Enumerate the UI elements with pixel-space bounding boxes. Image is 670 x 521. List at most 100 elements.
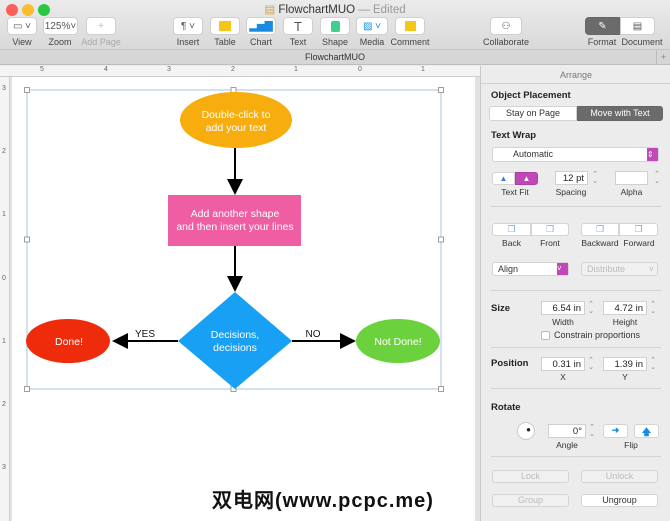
collaborate-icon: ⚇	[501, 20, 511, 32]
backward-icon: ❐	[595, 224, 605, 234]
image-icon: ▨ ˅	[362, 20, 382, 32]
height-label: Height	[612, 317, 638, 327]
alpha-label: Alpha	[620, 187, 643, 197]
zoom-value: 125%	[44, 20, 71, 32]
document-label: Document	[621, 37, 663, 47]
document-tab[interactable]: FlowchartMUO	[305, 52, 365, 62]
add-page-label: Add Page	[81, 37, 121, 47]
forward-label: Forward	[623, 238, 655, 248]
rotate-wheel[interactable]: ●	[517, 422, 535, 440]
table-icon	[219, 21, 231, 31]
insert-button[interactable]: ¶ ˅	[173, 17, 203, 35]
divider	[491, 388, 661, 389]
flowchart[interactable]: Double-click to add your text Add another…	[0, 66, 480, 521]
wrap-icon: ▲	[522, 174, 531, 183]
width-field[interactable]: 6.54 in	[541, 301, 585, 315]
format-button[interactable]: ✎	[585, 17, 620, 35]
move-with-text-button[interactable]: Move with Text	[577, 106, 663, 121]
position-heading: Position	[491, 358, 529, 369]
front-label: Front	[540, 238, 560, 248]
start-text: Double-click to add your text	[202, 109, 271, 134]
x-field[interactable]: 0.31 in	[541, 357, 585, 371]
format-sidebar: Arrange Object Placement Stay on Page Mo…	[480, 66, 670, 521]
text-button[interactable]: T	[283, 17, 313, 35]
back-icon: ❐	[507, 224, 516, 234]
angle-field[interactable]: 0°	[548, 424, 586, 438]
text-wrap-select[interactable]: Automatic ⇕	[492, 147, 659, 162]
wrap-icon: ▲	[499, 174, 508, 183]
chevron-down-icon: ˅	[648, 264, 654, 274]
arrow-up-icon: 🡅	[641, 427, 652, 437]
document-button[interactable]: ▤	[620, 17, 655, 35]
y-label: Y	[622, 372, 628, 382]
media-button[interactable]: ▨ ˅	[356, 17, 388, 35]
text-icon: T	[294, 18, 302, 34]
angle-stepper[interactable]: ⌃ ⌄	[588, 424, 596, 438]
x-stepper[interactable]: ⌃ ⌄	[587, 357, 595, 371]
table-button[interactable]	[210, 17, 240, 35]
zoom-select[interactable]: 125% ˅	[43, 17, 78, 35]
text-fit-option-1[interactable]: ▲	[492, 172, 515, 185]
collaborate-label: Collaborate	[482, 37, 530, 47]
width-stepper[interactable]: ⌃ ⌄	[587, 301, 595, 315]
text-fit-option-2[interactable]: ▲	[515, 172, 538, 185]
unlock-button[interactable]: Unlock	[581, 470, 658, 483]
stay-on-page-button[interactable]: Stay on Page	[489, 106, 577, 121]
chart-button[interactable]: ▂▅▇	[246, 17, 276, 35]
shape-icon	[330, 20, 340, 32]
tab-arrange[interactable]: Arrange	[481, 66, 670, 84]
align-select[interactable]: Align ˅	[492, 262, 569, 276]
back-button[interactable]: ❐	[492, 223, 531, 236]
no-label: NO	[306, 329, 321, 340]
alpha-field[interactable]	[615, 171, 648, 185]
add-page-button[interactable]: +	[86, 17, 116, 35]
plus-icon: +	[98, 20, 104, 32]
document-icon: ▤	[264, 4, 279, 16]
constrain-proportions-checkbox[interactable]	[541, 331, 550, 340]
divider	[491, 347, 661, 348]
document-canvas[interactable]: 5 4 3 2 1 0 1 3 2 1 0 1 2 3 Double-click…	[0, 66, 480, 521]
height-field[interactable]: 4.72 in	[603, 301, 647, 315]
alpha-stepper[interactable]: ⌃ ⌄	[653, 171, 661, 185]
lock-button[interactable]: Lock	[492, 470, 569, 483]
tab-bar: FlowchartMUO +	[0, 50, 670, 65]
spacing-label: Spacing	[555, 187, 587, 197]
title-text: FlowchartMUO	[278, 4, 356, 16]
distribute-value: Distribute	[587, 264, 626, 274]
toolbar: ▤ FlowchartMUO — Edited ▭ ˅ View 125% ˅ Z…	[0, 0, 670, 50]
forward-button[interactable]: ❐	[619, 223, 658, 236]
size-heading: Size	[491, 303, 511, 314]
divider	[491, 456, 661, 457]
decision-text: Decisions, decisions	[211, 329, 259, 354]
arrow-right-icon: ➜	[611, 425, 620, 435]
rotate-heading: Rotate	[491, 402, 521, 413]
comment-button[interactable]	[395, 17, 425, 35]
paragraph-icon: ¶ ˅	[181, 20, 195, 32]
y-field[interactable]: 1.39 in	[603, 357, 647, 371]
watermark: 双电网(www.pcpc.me)	[212, 490, 434, 512]
new-tab-plus-icon[interactable]: +	[656, 50, 670, 65]
flip-vertical-button[interactable]: 🡅	[634, 424, 659, 438]
view-button[interactable]: ▭ ˅	[7, 17, 37, 35]
done-text: Done!	[55, 336, 83, 348]
shape-button[interactable]	[320, 17, 350, 35]
distribute-select[interactable]: Distribute ˅	[581, 262, 658, 276]
object-placement-heading: Object Placement	[491, 90, 571, 101]
process-text: Add another shape and then insert your li…	[176, 208, 293, 233]
group-button[interactable]: Group	[492, 494, 569, 507]
backward-button[interactable]: ❐	[581, 223, 619, 236]
text-fit-label: Text Fit	[501, 187, 529, 197]
constrain-proportions-label: Constrain proportions	[554, 330, 641, 340]
edited-status: — Edited	[358, 4, 406, 16]
collaborate-button[interactable]: ⚇	[490, 17, 522, 35]
spacing-stepper[interactable]: ⌃ ⌄	[591, 171, 599, 185]
document-icon: ▤	[632, 20, 643, 32]
height-stepper[interactable]: ⌃ ⌄	[649, 301, 657, 315]
back-label: Back	[502, 238, 521, 248]
front-button[interactable]: ❐	[531, 223, 569, 236]
flip-horizontal-button[interactable]: ➜	[603, 424, 628, 438]
spacing-field[interactable]: 12 pt	[555, 171, 588, 185]
y-stepper[interactable]: ⌃ ⌄	[649, 357, 657, 371]
chevron-updown-icon: ⇕	[647, 148, 658, 161]
ungroup-button[interactable]: Ungroup	[581, 494, 658, 507]
